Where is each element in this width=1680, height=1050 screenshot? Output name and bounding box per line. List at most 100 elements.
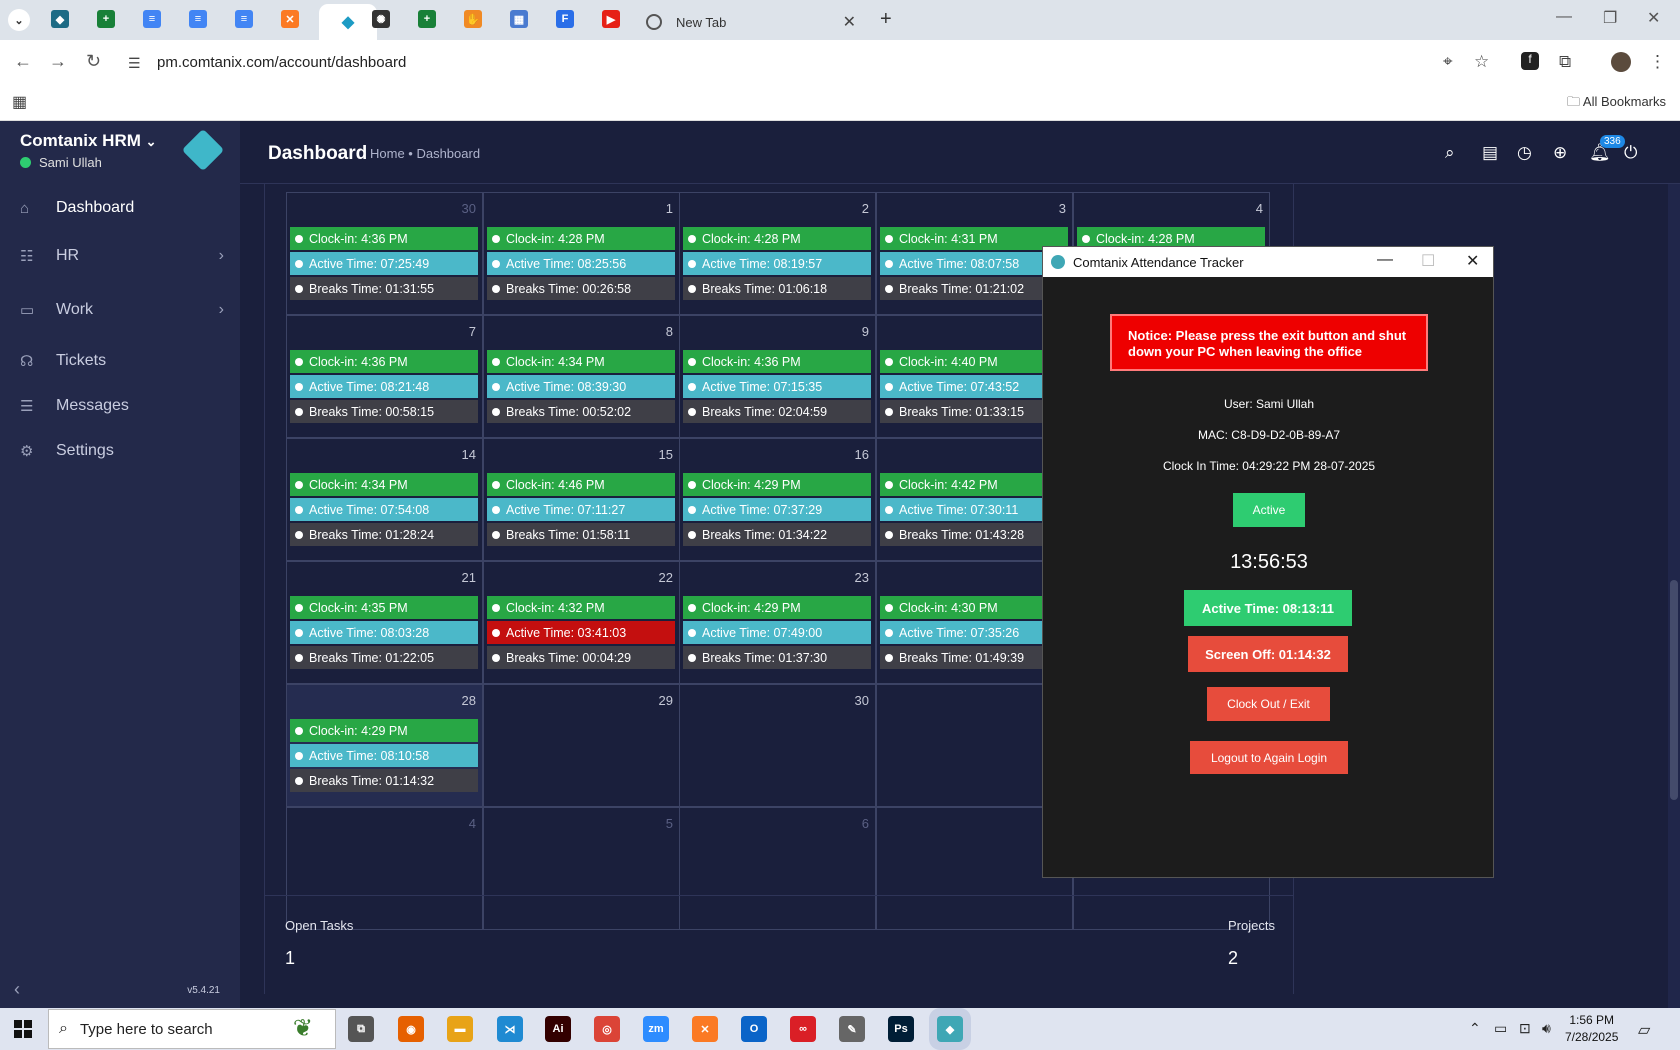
breaks-time-event[interactable]: Breaks Time: 00:58:15 xyxy=(290,400,478,423)
sidebar-item-tickets[interactable]: ☊ Tickets xyxy=(0,341,240,381)
minimize-icon[interactable]: — xyxy=(1377,251,1393,269)
browser-tab[interactable]: ✋ xyxy=(464,10,482,28)
logout-button[interactable]: Logout to Again Login xyxy=(1190,741,1348,774)
active-time-event[interactable]: Active Time: 08:21:48 xyxy=(290,375,478,398)
calendar-day[interactable]: 2 Clock-in: 4:28 PM Active Time: 08:19:57 B… xyxy=(679,192,876,315)
taskbar-search[interactable]: ⌕ Type here to search ❦ xyxy=(48,1009,336,1049)
apps-grid-icon[interactable]: ▦ xyxy=(12,92,27,112)
calendar-day[interactable]: 1 Clock-in: 4:28 PM Active Time: 08:25:56 B… xyxy=(483,192,680,315)
breaks-time-event[interactable]: Breaks Time: 01:58:11 xyxy=(487,523,675,546)
calendar-day[interactable]: 30 Clock-in: 4:36 PM Active Time: 07:25:49… xyxy=(286,192,483,315)
clock-in-event[interactable]: Clock-in: 4:40 PM xyxy=(880,350,1068,373)
breaks-time-event[interactable]: Breaks Time: 02:04:59 xyxy=(683,400,871,423)
calendar-day[interactable]: 14 Clock-in: 4:34 PM Active Time: 07:54:08… xyxy=(286,438,483,561)
illustrator-icon[interactable]: Ai xyxy=(545,1016,571,1042)
breaks-time-event[interactable]: Breaks Time: 01:22:05 xyxy=(290,646,478,669)
clock-in-event[interactable]: Clock-in: 4:46 PM xyxy=(487,473,675,496)
calendar-day[interactable]: 7 Clock-in: 4:36 PM Active Time: 08:21:48 B… xyxy=(286,315,483,438)
breaks-time-event[interactable]: Breaks Time: 01:33:15 xyxy=(880,400,1068,423)
active-time-event[interactable]: Active Time: 07:43:52 xyxy=(880,375,1068,398)
clock-in-event[interactable]: Clock-in: 4:31 PM xyxy=(880,227,1068,250)
clock-in-event[interactable]: Clock-in: 4:29 PM xyxy=(290,719,478,742)
calendar-day[interactable]: 28 Clock-in: 4:29 PM Active Time: 08:10:58… xyxy=(286,684,483,807)
brand-switcher[interactable]: Comtanix HRM ⌄ xyxy=(20,131,157,151)
browser-tab[interactable]: ≡ xyxy=(189,10,207,28)
close-tab-icon[interactable]: ✕ xyxy=(843,12,856,32)
extension-f-icon[interactable]: f xyxy=(1521,52,1539,70)
forward-icon[interactable]: → xyxy=(49,51,67,72)
active-time-event[interactable]: Active Time: 07:35:26 xyxy=(880,621,1068,644)
site-settings-icon[interactable]: ☰ xyxy=(128,55,141,72)
tab-new-tab[interactable]: New Tab ✕ xyxy=(640,4,868,40)
clock-in-event[interactable]: Clock-in: 4:29 PM xyxy=(683,473,871,496)
scrollbar-thumb[interactable] xyxy=(1670,580,1678,800)
folder-icon[interactable]: ▬ xyxy=(447,1016,473,1042)
clock-in-event[interactable]: Clock-in: 4:32 PM xyxy=(487,596,675,619)
xampp-icon[interactable]: ✕ xyxy=(692,1016,718,1042)
minimize-icon[interactable]: — xyxy=(1556,8,1572,26)
add-icon[interactable]: ⊕ xyxy=(1553,143,1567,163)
breaks-time-event[interactable]: Breaks Time: 01:34:22 xyxy=(683,523,871,546)
reload-icon[interactable]: ↻ xyxy=(86,51,101,72)
active-time-event[interactable]: Active Time: 07:25:49 xyxy=(290,252,478,275)
calendar-day[interactable]: 8 Clock-in: 4:34 PM Active Time: 08:39:30 B… xyxy=(483,315,680,438)
active-time-event[interactable]: Active Time: 07:15:35 xyxy=(683,375,871,398)
clock-in-event[interactable]: Clock-in: 4:35 PM xyxy=(290,596,478,619)
browser-tab[interactable]: ▦ xyxy=(510,10,528,28)
tray-device-icon[interactable]: ▭ xyxy=(1494,1020,1507,1037)
taskbar-clock[interactable]: 1:56 PM 7/28/2025 xyxy=(1565,1012,1618,1046)
restore-icon[interactable]: ❐ xyxy=(1603,8,1617,28)
breaks-time-event[interactable]: Breaks Time: 01:06:18 xyxy=(683,277,871,300)
breaks-time-event[interactable]: Breaks Time: 01:21:02 xyxy=(880,277,1068,300)
breaks-time-event[interactable]: Breaks Time: 01:49:39 xyxy=(880,646,1068,669)
sidebar-item-settings[interactable]: ⚙ Settings xyxy=(0,431,240,471)
active-time-event[interactable]: Active Time: 08:19:57 xyxy=(683,252,871,275)
breaks-time-event[interactable]: Breaks Time: 00:52:02 xyxy=(487,400,675,423)
browser-tab[interactable]: ▶ xyxy=(602,10,620,28)
tracker-titlebar[interactable]: Comtanix Attendance Tracker — ☐ ✕ xyxy=(1043,247,1493,277)
profile-avatar[interactable] xyxy=(1611,52,1631,72)
power-icon[interactable]: ⏻ xyxy=(1624,143,1637,163)
browser-tab[interactable]: ◆ xyxy=(51,10,69,28)
windows-start-icon[interactable] xyxy=(14,1020,32,1038)
task-view-icon[interactable]: ⧉ xyxy=(348,1016,374,1042)
close-icon[interactable]: ✕ xyxy=(1466,251,1479,271)
breaks-time-event[interactable]: Breaks Time: 01:31:55 xyxy=(290,277,478,300)
search-icon[interactable]: ⌕ xyxy=(1445,143,1455,163)
url-field[interactable]: pm.comtanix.com/account/dashboard xyxy=(157,54,406,71)
firefox-icon[interactable]: ◉ xyxy=(398,1016,424,1042)
calendar-day[interactable]: 30 xyxy=(679,684,876,807)
active-time-event[interactable]: Active Time: 07:54:08 xyxy=(290,498,478,521)
notifications-icon[interactable]: ▱ xyxy=(1638,1020,1650,1040)
calendar-day[interactable]: 22 Clock-in: 4:32 PM Active Time: 03:41:03… xyxy=(483,561,680,684)
sidebar-item-work[interactable]: ▭ Work › xyxy=(0,290,240,330)
calendar-day[interactable]: 23 Clock-in: 4:29 PM Active Time: 07:49:00… xyxy=(679,561,876,684)
network-icon[interactable]: ⊡ xyxy=(1519,1020,1531,1037)
active-time-event[interactable]: Active Time: 08:25:56 xyxy=(487,252,675,275)
collapse-sidebar-icon[interactable]: ‹ xyxy=(14,979,20,1000)
all-bookmarks-button[interactable]: 🗀 All Bookmarks xyxy=(1567,93,1666,115)
calendar-day[interactable]: 29 xyxy=(483,684,680,807)
breaks-time-event[interactable]: Breaks Time: 01:37:30 xyxy=(683,646,871,669)
browser-tab[interactable]: + xyxy=(97,10,115,28)
outlook-icon[interactable]: O xyxy=(741,1016,767,1042)
sidebar-item-dashboard[interactable]: ⌂ Dashboard xyxy=(0,188,240,228)
active-time-event[interactable]: Active Time: 07:30:11 xyxy=(880,498,1068,521)
sidebar-item-messages[interactable]: ☰ Messages xyxy=(0,386,240,426)
clock-in-event[interactable]: Clock-in: 4:36 PM xyxy=(683,350,871,373)
projects-value[interactable]: 2 xyxy=(1228,948,1238,969)
new-tab-button[interactable]: + xyxy=(880,8,892,31)
clock-in-event[interactable]: Clock-in: 4:36 PM xyxy=(290,227,478,250)
creative-cloud-icon[interactable]: ∞ xyxy=(790,1016,816,1042)
comtanix-icon[interactable]: ◆ xyxy=(937,1016,963,1042)
calendar-day[interactable]: 16 Clock-in: 4:29 PM Active Time: 07:37:29… xyxy=(679,438,876,561)
back-icon[interactable]: ← xyxy=(14,51,32,72)
clock-in-event[interactable]: Clock-in: 4:34 PM xyxy=(487,350,675,373)
breaks-time-event[interactable]: Breaks Time: 01:14:32 xyxy=(290,769,478,792)
breaks-time-event[interactable]: Breaks Time: 01:43:28 xyxy=(880,523,1068,546)
tray-overflow-icon[interactable]: ⌃ xyxy=(1469,1020,1481,1037)
vscode-icon[interactable]: ⋊ xyxy=(497,1016,523,1042)
active-time-event[interactable]: Active Time: 08:10:58 xyxy=(290,744,478,767)
tab-search-dropdown[interactable]: ⌄ xyxy=(8,9,30,31)
clock-in-event[interactable]: Clock-in: 4:28 PM xyxy=(683,227,871,250)
